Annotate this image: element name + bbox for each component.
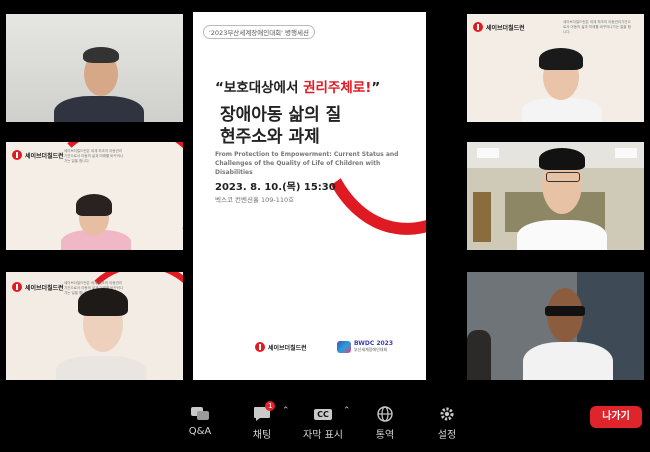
captions-button[interactable]: CC 자막 표시 — [298, 405, 348, 441]
slide-subtitle: “보호대상에서 권리주체로!” — [215, 76, 380, 96]
ceiling-light — [615, 148, 637, 158]
slide-english-title: From Protection to Empowerment: Current … — [215, 151, 399, 176]
event-tag: '2023부산세계장애인대회' 병행세션 — [203, 25, 315, 39]
dark-glasses — [545, 306, 585, 316]
org-logo-text: 세이브더칠드런 — [486, 24, 525, 32]
settings-label: 설정 — [437, 430, 457, 441]
video-tile-participant-2[interactable]: 세이브더칠드런 세이브더칠드런은 세계 최초의 아동권리기관으로서 아동의 삶과… — [6, 142, 183, 250]
captions-icon: CC — [298, 405, 348, 423]
org-logo: 세이브더칠드런 — [473, 22, 525, 32]
child-partial — [467, 330, 491, 380]
ceiling-light — [477, 148, 499, 158]
participant-hair — [78, 288, 128, 316]
leave-button[interactable]: 나가기 — [590, 406, 642, 428]
captions-label: 자막 표시 — [303, 430, 343, 441]
info-text: 세이브더칠드런은 세계 최초의 아동권리기관으로서 아동의 삶과 미래를 바꾸어… — [64, 149, 124, 163]
org-logo: 세이브더칠드런 — [12, 282, 64, 292]
org-logo-text: 세이브더칠드런 — [25, 152, 64, 160]
interpretation-label: 통역 — [375, 430, 395, 441]
org-logo-icon — [255, 342, 265, 352]
chat-icon: 1 — [237, 401, 287, 423]
org-logo-icon — [473, 22, 483, 32]
slide-title-line-2: 현주소와 과제 — [220, 127, 320, 147]
video-tile-participant-5[interactable] — [467, 142, 644, 250]
video-tile-participant-3[interactable]: 세이브더칠드런 세이브더칠드런은 세계 최초의 아동권리기관으로서 아동의 삶과… — [6, 272, 183, 380]
participant-body — [56, 356, 146, 380]
qa-icon — [175, 405, 225, 423]
slide-date: 2023. 8. 10.(목) 15:30 — [215, 182, 336, 193]
qa-button[interactable]: Q&A — [175, 405, 225, 437]
org-logo-text: 세이브더칠드런 — [268, 344, 307, 352]
participant-hair — [76, 194, 112, 216]
slide-venue: 벡스코 컨벤션홀 109-110호 — [215, 196, 295, 204]
subtitle-part-1: “보호대상에서 — [215, 80, 304, 96]
participant-hair — [539, 48, 583, 70]
participant-body — [517, 220, 607, 250]
meeting-toolbar: Q&A 1 채팅 ⌃ CC 자막 표시 ⌃ 통역 설정 — [0, 398, 650, 452]
info-text: 세이브더칠드런은 세계 최초의 아동권리기관으로서 아동의 삶과 미래를 바꾸어… — [563, 20, 631, 34]
glasses — [546, 172, 580, 182]
subtitle-part-2: ” — [371, 80, 381, 96]
settings-button[interactable]: 설정 — [422, 405, 472, 441]
plant — [473, 192, 491, 242]
slide-org-logo: 세이브더칠드런 — [255, 342, 307, 352]
video-tile-participant-1[interactable] — [6, 14, 183, 122]
participant-hair — [539, 148, 585, 170]
chat-options-chevron-up-icon[interactable]: ⌃ — [282, 406, 290, 416]
captions-options-chevron-up-icon[interactable]: ⌃ — [343, 406, 351, 416]
org-logo-icon — [12, 282, 22, 292]
interpretation-button[interactable]: 통역 — [360, 405, 410, 441]
partner-logo-text: BWDC 2023 — [354, 340, 394, 347]
partner-logo: BWDC 2023 부산세계장애인대회 — [337, 340, 393, 353]
participant-body — [522, 98, 602, 122]
globe-icon — [360, 405, 410, 423]
participant-body — [54, 96, 144, 122]
qa-label: Q&A — [188, 426, 212, 437]
video-tile-participant-6[interactable] — [467, 272, 644, 380]
chat-button[interactable]: 1 채팅 — [237, 401, 287, 441]
subtitle-highlight: 권리주체로! — [303, 80, 372, 96]
chat-badge: 1 — [265, 401, 276, 411]
participant-hair — [83, 47, 119, 63]
org-logo: 세이브더칠드런 — [12, 150, 64, 160]
partner-logo-icon — [337, 340, 351, 353]
chat-label: 채팅 — [252, 430, 272, 441]
org-logo-text: 세이브더칠드런 — [25, 284, 64, 292]
org-logo-icon — [12, 150, 22, 160]
cc-text: CC — [314, 408, 332, 420]
partner-logo-subtext: 부산세계장애인대회 — [354, 347, 388, 352]
shared-screen-slide: '2023부산세계장애인대회' 병행세션 “보호대상에서 권리주체로!” 장애아… — [193, 12, 426, 380]
gear-icon — [422, 405, 472, 423]
participant-body — [523, 342, 613, 380]
video-tile-participant-4[interactable]: 세이브더칠드런 세이브더칠드런은 세계 최초의 아동권리기관으로서 아동의 삶과… — [467, 14, 644, 122]
